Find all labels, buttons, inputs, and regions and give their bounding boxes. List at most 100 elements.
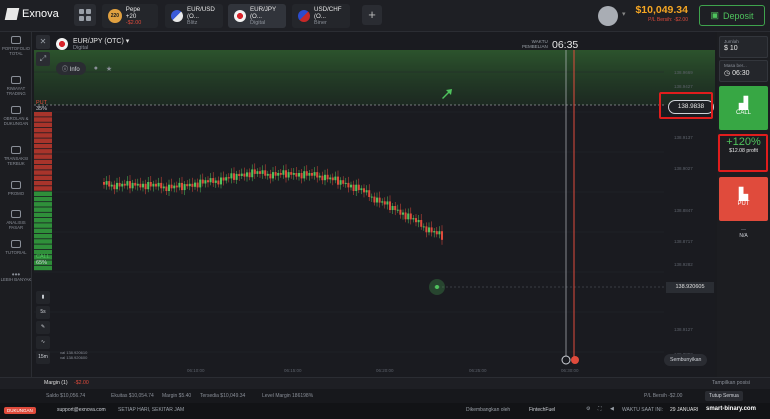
y-tick: 138.8847 [674,208,693,213]
expiry-value: 06:30 [732,70,750,77]
gift-icon [11,181,21,189]
chart-area[interactable]: EUR/JPY (OTC) ▾ Digital ⓘ Info ● ★ WAKTU P… [34,32,715,377]
candle [238,173,241,176]
sentiment-cell [34,122,52,128]
sidebar-item-chat[interactable]: OBROLAN & DUKUNGAN [0,106,32,126]
tab-pepe[interactable]: 220 Pepe +20 -$2.00 [102,4,158,28]
close-all-button[interactable]: Tutup Semua [705,391,743,401]
x-tick: 06:30:00 [561,368,579,373]
net-pl: P/L Bersih -$2.00 [644,393,683,399]
put-label: PUT [737,201,750,207]
candle [386,201,389,205]
candle [412,218,415,220]
candle [251,169,254,178]
candle [108,181,111,187]
sentiment-cell [34,149,52,154]
expiry-field[interactable]: Masa ber... ◷ 06:30 [719,60,768,82]
tab-sub: -$2.00 [125,20,142,26]
candle [240,173,243,176]
candle [324,174,326,181]
add-tab-button[interactable]: + [362,5,382,25]
tab-usdchf[interactable]: USD/CHF (O... Biner [292,4,350,28]
chevron-down-icon[interactable]: ▾ [622,10,626,18]
candle [194,182,196,187]
candle [168,184,170,191]
sentiment-cell [34,133,52,138]
sidebar-item-open-trades[interactable]: TRANSAKSI TERBUK [0,146,32,166]
indicator-icon[interactable]: ∿ [36,336,50,349]
candle [204,180,207,184]
asset-selector[interactable]: EUR/JPY (OTC) ▾ Digital [56,37,129,51]
support-email[interactable]: support@exnova.com [57,407,106,413]
x-tick: 06:15:00 [284,368,302,373]
sidebar-item-promo[interactable]: PROMO [0,181,32,196]
analysis-icon [11,210,21,218]
call-button[interactable]: ▟ CALL [719,86,768,130]
candle [217,180,220,185]
expand-icon[interactable]: ⤢ [36,52,50,66]
sentiment-cell [34,165,52,170]
candle [355,184,358,191]
chart-type-icon[interactable]: ▮ [36,291,50,304]
sidebar-item-history[interactable]: RIWAYAT TRADING [0,76,32,96]
tab-label: Pepe +20 [125,6,141,20]
settings-icon[interactable]: ⚙ [586,406,590,412]
margin-label[interactable]: Margin (1) [44,380,68,386]
candle [142,183,144,188]
y-tick: 138.9137 [674,135,693,140]
candle [246,172,248,177]
candle [144,183,147,190]
interval-button[interactable]: 5s [36,306,50,319]
sentiment-cell [34,175,52,181]
show-positions-button[interactable]: Tampilkan posisi [712,380,750,386]
apps-grid-button[interactable] [74,4,96,26]
candle [134,182,137,186]
put-button[interactable]: ▙ PUT [719,177,768,221]
candle [235,173,238,180]
bell-icon[interactable]: ● [94,65,98,72]
avatar[interactable] [598,6,618,26]
call-label: CALL [735,110,751,116]
fullscreen-icon[interactable]: ⛶ [598,406,602,412]
candle [121,183,124,187]
app-logo[interactable]: Exnova [4,8,59,20]
timeframe-button[interactable]: 15m [36,351,50,364]
candle [207,180,209,183]
amount-field[interactable]: Jumlah $ 10 [719,36,768,58]
sidebar-item-more[interactable]: ••• LEBIH BANYAK [0,271,32,283]
sidebar-item-tutorial[interactable]: TUTORIAL [0,240,32,255]
tab-label: EUR/JPY (O... [250,6,277,20]
balance[interactable]: $10,049.34 P/L Bersih: -$2.00 [634,4,688,23]
candle [373,196,376,203]
sentiment-cell [34,265,52,271]
candle [300,173,303,179]
candle [274,172,277,176]
tab-eurjpy[interactable]: EUR/JPY (O... Digital [228,4,286,28]
candle [428,227,430,233]
star-icon[interactable]: ★ [106,65,112,73]
margin-bar: Margin (1) -$2.00 Tampilkan posisi [0,377,770,389]
support-tag[interactable]: DUKUNGAN [4,407,36,414]
briefcase-icon [11,36,21,44]
hide-button[interactable]: Sembunyikan [664,354,708,366]
candle [363,188,365,193]
candle [248,172,251,178]
chart-toolbar: ✕ ⤢ [34,32,51,66]
sidebar-item-portfolio[interactable]: PORTOFOLIO TOTAL [0,36,32,56]
draw-icon[interactable]: ✎ [36,321,50,334]
sidebar-item-analysis[interactable]: ANALISIS PASAR [0,210,32,230]
tab-eurusd[interactable]: EUR/USD (O... Blitz [165,4,223,28]
available: Tersedia $10,049.34 [200,393,246,399]
deposit-button[interactable]: ▣ Deposit [699,5,765,26]
info-button[interactable]: ⓘ Info [56,62,86,75]
candle [438,231,441,235]
asset-actions: ⓘ Info ● ★ [56,62,112,75]
sidebar-label: TRANSAKSI TERBUK [3,156,29,166]
volume-icon[interactable]: ◀ [610,406,614,412]
candle [376,197,378,203]
close-icon[interactable]: ✕ [36,35,50,49]
na-label: N/A [739,233,748,239]
candle [266,173,269,176]
candle [147,182,150,190]
candle [220,177,222,185]
